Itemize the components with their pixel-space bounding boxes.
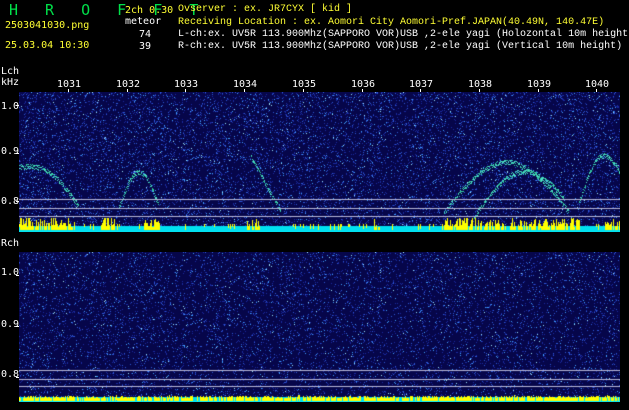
time-label-1031: 1031: [57, 79, 82, 90]
lch-label: Lch: [1, 66, 20, 77]
lch-description: L-ch:ex. UV5R 113.900Mhz(SAPPORO VOR)USB…: [178, 29, 629, 40]
lch-y-label-0.8: 0.8: [1, 196, 20, 207]
meteor-count-rch: 39: [139, 41, 152, 52]
rch-y-label-0.9: 0.9: [1, 319, 20, 330]
time-label-1040: 1040: [585, 79, 610, 90]
y-axis-tick: [16, 201, 19, 202]
channel-info: 2ch 0.30: [125, 5, 174, 16]
time-label-1035: 1035: [292, 79, 317, 90]
rch-label: Rch: [1, 238, 20, 249]
rch-description: R-ch:ex. UV5R 113.900Mhz(SAPPORO VOR)USB…: [178, 41, 623, 52]
observer-line: Ovserver : ex. JR7CYX [ kid ]: [178, 4, 353, 15]
time-label-1038: 1038: [468, 79, 493, 90]
y-axis-tick: [16, 275, 19, 276]
time-label-1032: 1032: [116, 79, 141, 90]
rch-y-label-0.8: 0.8: [1, 369, 20, 380]
filename-label: 2503041030.png: [5, 20, 90, 31]
rch-y-label-1.0: 1.0: [1, 267, 20, 278]
lch-y-label-0.9: 0.9: [1, 146, 20, 157]
meteor-count-lch: 74: [139, 29, 152, 40]
location-line: Receiving Location : ex. Aomori City Aom…: [178, 17, 605, 28]
time-label-1037: 1037: [409, 79, 434, 90]
y-axis-tick: [16, 153, 19, 154]
y-axis-tick: [16, 326, 19, 327]
datetime-label: 25.03.04 10:30: [5, 40, 90, 51]
time-label-1033: 1033: [174, 79, 199, 90]
lch-spectrogram: [19, 92, 620, 232]
lch-y-label-1.0: 1.0: [1, 101, 20, 112]
meteor-label: meteor: [125, 16, 162, 27]
time-label-1036: 1036: [351, 79, 376, 90]
lch-unit-label: kHz: [1, 77, 20, 88]
rch-spectrogram: [19, 252, 620, 402]
time-label-1039: 1039: [527, 79, 552, 90]
time-label-1034: 1034: [233, 79, 258, 90]
y-axis-tick: [16, 377, 19, 378]
y-axis-tick: [16, 105, 19, 106]
